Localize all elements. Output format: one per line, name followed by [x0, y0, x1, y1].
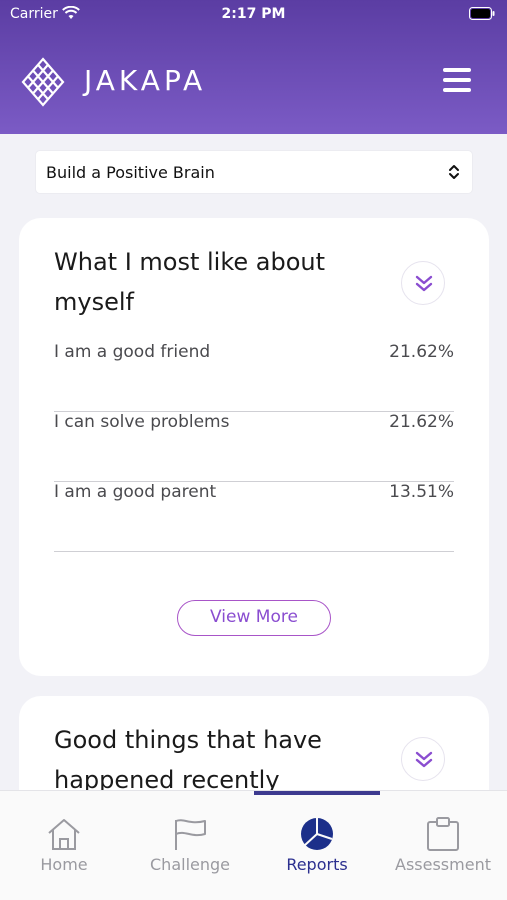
list-item-label: I am a good friend	[54, 342, 211, 362]
category-select[interactable]: Build a Positive Brain	[36, 151, 472, 193]
view-more-button[interactable]: View More	[177, 600, 331, 636]
expand-button[interactable]	[401, 737, 445, 781]
category-select-value: Build a Positive Brain	[46, 162, 215, 182]
card-title: What I most like about myself	[54, 248, 326, 316]
tab-reports[interactable]: Reports	[257, 817, 377, 874]
pie-chart-icon	[301, 818, 333, 850]
list-item: I can solve problems 21.62%	[54, 412, 454, 482]
double-chevron-down-icon	[415, 275, 433, 292]
tab-assessment[interactable]: Assessment	[383, 817, 503, 874]
tab-label: Home	[40, 855, 88, 874]
clipboard-icon	[427, 817, 459, 851]
double-chevron-down-icon	[415, 751, 433, 768]
tab-label: Challenge	[150, 855, 230, 874]
active-tab-indicator	[254, 791, 380, 795]
app-header: Carrier 2:17 PM JAKAPA	[0, 0, 507, 134]
flag-icon	[175, 819, 206, 850]
home-icon	[48, 819, 80, 850]
tab-home[interactable]: Home	[4, 817, 124, 874]
list-item-label: I can solve problems	[54, 412, 230, 432]
diamond-lattice-logo-icon	[21, 57, 65, 107]
report-card: What I most like about myself I am a goo…	[19, 218, 489, 676]
list-item-value: 13.51%	[389, 482, 454, 502]
list-item-value: 21.62%	[389, 412, 454, 432]
tab-challenge[interactable]: Challenge	[130, 817, 250, 874]
list-item-label: I am a good parent	[54, 482, 217, 502]
tab-bar: Home Challenge Reports Assessment	[0, 790, 507, 900]
status-time: 2:17 PM	[221, 6, 286, 22]
expand-button[interactable]	[401, 261, 445, 305]
card-title: Good things that have happened recently	[54, 726, 322, 794]
list-item: I am a good parent 13.51%	[54, 482, 454, 552]
tab-label: Assessment	[395, 855, 491, 874]
hamburger-menu-icon[interactable]	[443, 68, 471, 92]
list-item-value: 21.62%	[389, 342, 454, 362]
brand-name: JAKAPA	[84, 64, 207, 97]
chevron-up-down-icon	[449, 165, 459, 179]
list-item: I am a good friend 21.62%	[54, 342, 454, 412]
tab-label: Reports	[286, 855, 348, 874]
battery-icon	[469, 7, 495, 20]
status-bar: Carrier 2:17 PM	[0, 0, 507, 30]
